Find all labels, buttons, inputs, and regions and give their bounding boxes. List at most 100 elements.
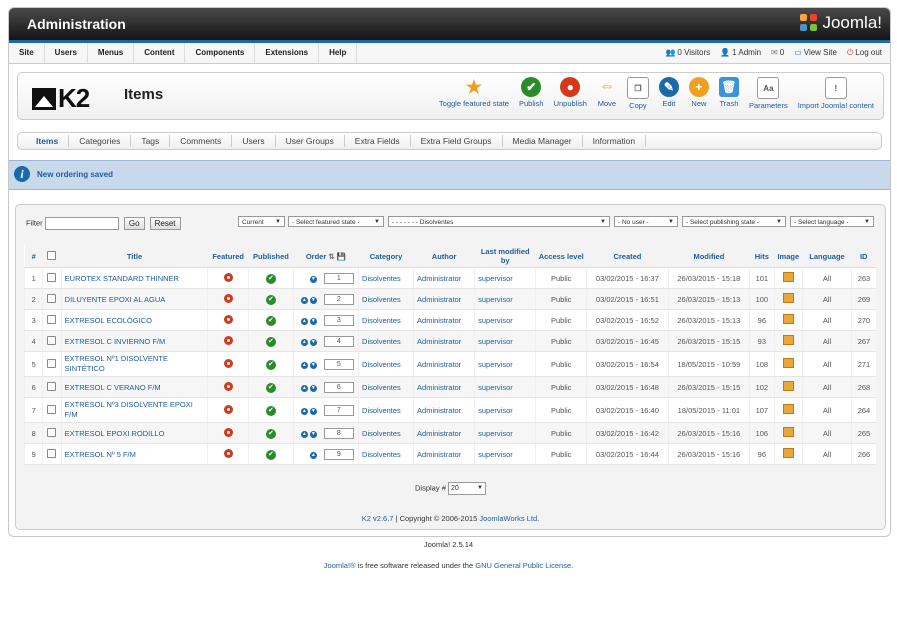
published-toggle[interactable]: ✔ [248,376,294,398]
item-title[interactable]: EXTRESOL EPOXI RODILLO [60,422,208,444]
order-input[interactable]: 4 [323,335,354,347]
filter-search-input[interactable] [44,217,119,230]
row-select[interactable] [42,397,62,423]
toolbar-move-button[interactable]: ⇔ Move [592,77,622,110]
published-toggle[interactable]: ✔ [248,267,294,289]
published-icon[interactable]: ✔ [265,315,276,326]
menu-item-site[interactable]: Site [9,43,45,63]
not-featured-icon[interactable] [223,358,233,368]
item-category[interactable]: Disolventes [358,397,414,423]
order-input[interactable]: 3 [323,314,354,326]
move-down-icon[interactable]: ▼ [309,338,317,346]
subnav-categories[interactable]: Categories [69,135,132,147]
toolbar-parameters-button[interactable]: Aa Parameters [744,77,793,110]
row-select[interactable] [42,309,62,331]
featured-toggle[interactable] [207,351,249,377]
menu-item-menus[interactable]: Menus [88,43,135,63]
move-up-icon[interactable]: ▲ [300,338,308,346]
row-select[interactable] [42,267,62,289]
move-up-icon[interactable]: ▲ [300,430,308,438]
toolbar-edit-button[interactable]: ✎ Edit [654,77,684,110]
logout-link[interactable]: ⏻ Log out [847,43,882,63]
row-checkbox[interactable] [47,314,57,324]
published-icon[interactable]: ✔ [265,273,276,284]
move-down-icon[interactable]: ▼ [309,407,317,415]
col-access[interactable]: Access level [535,245,587,268]
row-checkbox[interactable] [47,335,57,345]
col-hits[interactable]: Hits [749,245,775,268]
subnav-information[interactable]: Information [583,135,647,147]
item-modified-by[interactable]: supervisor [474,288,536,310]
item-category[interactable]: Disolventes [358,351,414,377]
item-image[interactable] [773,397,803,423]
item-author[interactable]: Administrator [413,422,475,444]
not-featured-icon[interactable] [223,448,233,458]
move-up-icon[interactable]: ▲ [300,407,308,415]
order-input[interactable]: 1 [323,272,354,284]
item-image[interactable] [773,376,803,398]
image-icon[interactable] [782,314,794,324]
row-checkbox[interactable] [47,404,57,414]
row-checkbox[interactable] [47,293,57,303]
featured-state-select[interactable]: - Select featured state - [288,216,384,228]
toolbar-publish-button[interactable]: ✔ Publish [514,77,549,110]
menu-item-components[interactable]: Components [185,43,256,63]
toolbar-new-button[interactable]: + New [684,77,714,110]
published-icon[interactable]: ✔ [265,405,276,416]
row-select[interactable] [42,351,62,377]
item-modified-by[interactable]: supervisor [474,443,536,465]
published-icon[interactable]: ✔ [265,449,276,460]
item-title[interactable]: EXTRESOL Nº 5 F/M [60,443,208,465]
featured-toggle[interactable] [207,422,249,444]
col-id[interactable]: ID [851,245,876,268]
item-category[interactable]: Disolventes [358,288,414,310]
published-toggle[interactable]: ✔ [248,422,294,444]
image-icon[interactable] [782,448,794,458]
row-checkbox[interactable] [47,272,57,282]
language-select[interactable]: - Select language - [790,216,874,228]
published-toggle[interactable]: ✔ [248,397,294,423]
item-author[interactable]: Administrator [413,376,475,398]
item-image[interactable] [773,422,803,444]
image-icon[interactable] [782,427,794,437]
image-icon[interactable] [782,293,794,303]
published-icon[interactable]: ✔ [265,336,276,347]
subnav-items[interactable]: Items [26,135,70,147]
item-image[interactable] [773,443,803,465]
published-toggle[interactable]: ✔ [248,443,294,465]
item-title[interactable]: EXTRESOL C INVIERNO F/M [60,330,208,352]
item-modified-by[interactable]: supervisor [474,422,536,444]
not-featured-icon[interactable] [223,427,233,437]
item-title[interactable]: EXTRESOL C VERANO F/M [60,376,208,398]
row-select[interactable] [42,376,62,398]
user-select[interactable]: - No user - [614,216,678,228]
not-featured-icon[interactable] [223,335,233,345]
item-modified-by[interactable]: supervisor [474,351,536,377]
published-icon[interactable]: ✔ [265,359,276,370]
gpl-link[interactable]: GNU General Public License [475,561,571,570]
col-published[interactable]: Published [248,245,294,268]
menu-item-users[interactable]: Users [45,43,88,63]
col-created[interactable]: Created [586,245,669,268]
category-select[interactable]: - - - - - - - Disolventes [388,216,610,228]
select-all-checkbox[interactable] [47,250,57,260]
reset-button[interactable]: Reset [149,217,181,230]
k2-version-link[interactable]: K2 v2.6.7 [362,514,394,523]
not-featured-icon[interactable] [223,272,233,282]
item-author[interactable]: Administrator [413,267,475,289]
move-down-icon[interactable]: ▼ [309,296,317,304]
image-icon[interactable] [782,381,794,391]
published-icon[interactable]: ✔ [265,382,276,393]
move-up-icon[interactable]: ▲ [300,384,308,392]
save-order-icon[interactable]: 💾 [337,252,346,261]
item-category[interactable]: Disolventes [358,309,414,331]
row-checkbox[interactable] [47,448,57,458]
move-up-icon[interactable]: ▲ [300,317,308,325]
toolbar-copy-button[interactable]: ❐ Copy [622,77,654,110]
item-title[interactable]: EUROTEX STANDARD THINNER [60,267,208,289]
col-language[interactable]: Language [802,245,852,268]
item-image[interactable] [773,267,803,289]
move-up-icon[interactable]: ▲ [300,296,308,304]
col-author[interactable]: Author [413,245,475,268]
subnav-user-groups[interactable]: User Groups [276,135,345,147]
